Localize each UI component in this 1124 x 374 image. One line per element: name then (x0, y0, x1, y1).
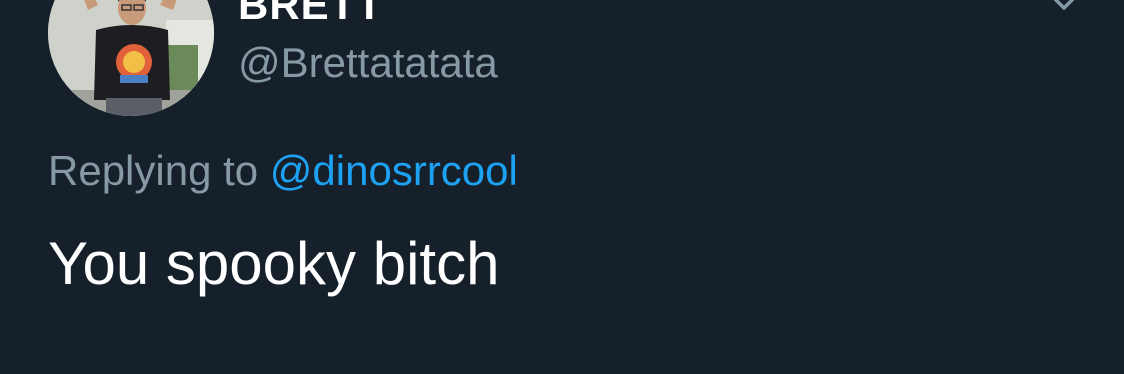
avatar[interactable] (48, 0, 214, 116)
chevron-down-icon[interactable] (1040, 0, 1088, 20)
user-handle[interactable]: @Brettatatata (238, 42, 498, 84)
display-name[interactable]: BRETT (238, 0, 383, 26)
tweet: BRETT @Brettatatata Replying to @dinosrr… (0, 0, 1124, 374)
replying-to-label: Replying to (48, 147, 259, 194)
avatar-photo (48, 0, 214, 116)
tweet-text: You spooky bitch (48, 230, 500, 297)
replying-to-line: Replying to @dinosrrcool (48, 150, 518, 192)
reply-mention-link[interactable]: @dinosrrcool (270, 147, 518, 194)
